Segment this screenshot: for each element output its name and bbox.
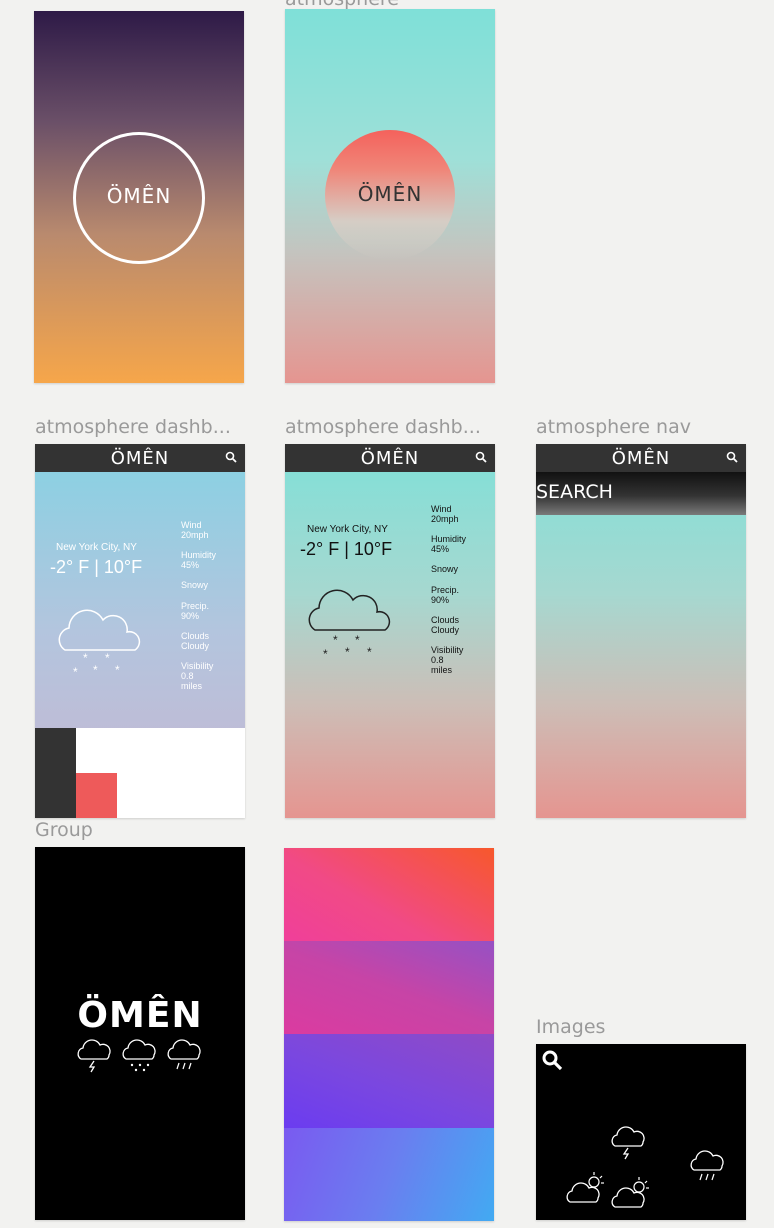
top-bar: ÖMÊN <box>35 444 245 472</box>
temperature: -2° F | 10°F <box>50 557 143 577</box>
logo-text: ÖMÊN <box>611 448 671 469</box>
top-bar: ÖMÊN <box>536 444 746 472</box>
bottom-panel <box>35 728 245 818</box>
city-name: New York City, NY <box>307 524 388 535</box>
logo-text: ÖMÊN <box>360 448 420 469</box>
stat-humidity: Humidity 45% <box>181 550 217 570</box>
stat-clouds: Clouds Cloudy <box>181 631 210 651</box>
stat-condition: Snowy <box>181 580 209 590</box>
frame-label-images[interactable]: Images <box>536 1016 686 1038</box>
splash-frame-teal[interactable]: ÖMÊN <box>285 9 495 383</box>
swatch-blue <box>284 1128 494 1221</box>
stat-precip: Precip. 90% <box>181 601 210 621</box>
search-bar[interactable]: SEARCH <box>536 472 746 515</box>
sun-cloud-icon <box>611 1177 649 1208</box>
logo-text: ÖMÊN <box>357 182 423 206</box>
svg-text:*: * <box>105 651 110 665</box>
search-label: SEARCH <box>536 481 613 503</box>
swatch-pink-orange <box>284 848 494 941</box>
cloud-snow-icon <box>122 1039 156 1072</box>
nav-frame[interactable]: ÖMÊN SEARCH <box>536 444 746 818</box>
cloud-rain-icon <box>690 1150 724 1181</box>
images-frame[interactable] <box>536 1044 746 1220</box>
svg-text:*: * <box>367 645 372 659</box>
dashboard-frame-1[interactable]: ÖMÊN New York City, NY -2° F | 10°F * * *… <box>35 444 245 818</box>
svg-text:*: * <box>345 645 350 659</box>
group-frame[interactable]: ÖMÊN <box>35 847 245 1220</box>
swatch-magenta <box>284 941 494 1034</box>
logo-text: ÖMÊN <box>110 448 170 469</box>
city-name: New York City, NY <box>56 542 137 553</box>
search-icon <box>542 1050 563 1071</box>
frame-label-dashboard-1[interactable]: atmosphere dashb... <box>35 416 245 438</box>
stat-condition: Snowy <box>431 564 459 574</box>
dashboard-frame-2[interactable]: ÖMÊN New York City, NY -2° F | 10°F * * *… <box>285 444 495 818</box>
frame-label-group[interactable]: Group <box>35 819 185 841</box>
stat-precip: Precip. 90% <box>431 585 460 605</box>
frame-label-nav[interactable]: atmosphere nav <box>536 416 746 438</box>
dark-block <box>35 728 76 818</box>
cloud-rain-icon <box>167 1039 201 1070</box>
red-block <box>76 773 117 818</box>
swatch-violet <box>284 1034 494 1128</box>
search-icon[interactable] <box>726 451 738 463</box>
temperature: -2° F | 10°F <box>300 539 393 559</box>
gradient-swatches-frame[interactable] <box>284 848 494 1221</box>
svg-text:*: * <box>83 651 88 665</box>
svg-text:*: * <box>333 633 338 647</box>
logo-text: ÖMÊN <box>106 184 172 208</box>
search-icon[interactable] <box>475 451 487 463</box>
top-bar: ÖMÊN <box>285 444 495 472</box>
stat-wind: Wind 20mph <box>431 504 459 524</box>
splash-frame-purple[interactable]: ÖMÊN <box>34 11 244 383</box>
stat-clouds: Clouds Cloudy <box>431 615 460 635</box>
svg-text:*: * <box>115 663 120 677</box>
svg-text:*: * <box>355 633 360 647</box>
stat-visibility: Visibility 0.8 miles <box>181 661 214 691</box>
search-icon[interactable] <box>225 451 237 463</box>
svg-text:*: * <box>73 665 78 679</box>
cloud-snow-icon: * * * * * <box>58 609 141 679</box>
sun-cloud-icon <box>566 1172 604 1203</box>
stat-visibility: Visibility 0.8 miles <box>431 645 464 675</box>
svg-text:*: * <box>93 663 98 677</box>
logo-text: ÖMÊN <box>77 995 203 1036</box>
svg-text:*: * <box>323 647 328 661</box>
stat-wind: Wind 20mph <box>181 520 209 540</box>
cloud-snow-icon: * * * * * <box>308 589 391 661</box>
cloud-storm-icon <box>77 1039 111 1073</box>
frame-label-dashboard-2[interactable]: atmosphere dashb... <box>285 416 495 438</box>
cloud-storm-icon <box>611 1126 645 1160</box>
stat-humidity: Humidity 45% <box>431 534 467 554</box>
